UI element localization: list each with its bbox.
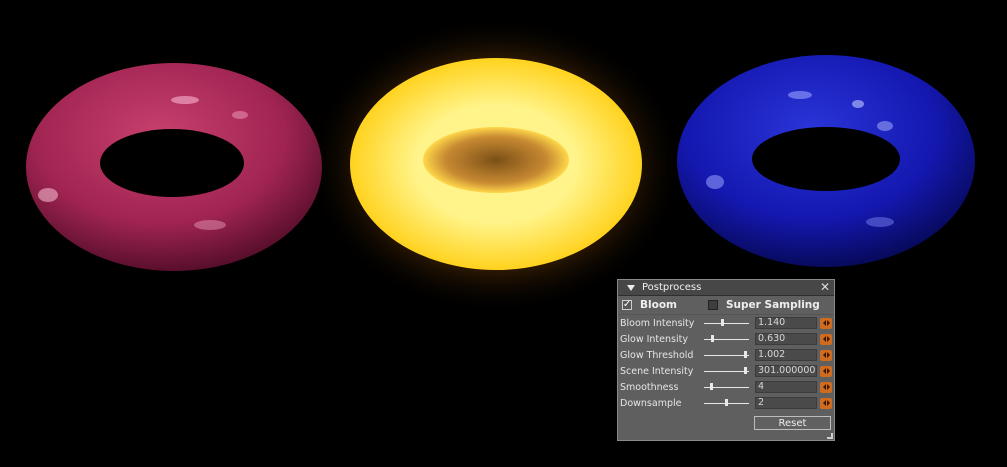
pink-torus xyxy=(26,63,322,271)
glow-intensity-slider[interactable] xyxy=(704,333,749,345)
param-label: Smoothness xyxy=(620,381,679,393)
glowing-torus xyxy=(306,15,686,315)
param-label: Glow Intensity xyxy=(620,333,688,345)
spinner-arrows-icon[interactable] xyxy=(820,397,832,409)
spinner-arrows-icon[interactable] xyxy=(820,365,832,377)
panel-titlebar[interactable]: Postprocess ✕ xyxy=(618,280,834,296)
param-row-glow-threshold: Glow Threshold 1.002 xyxy=(618,347,834,363)
glow-threshold-input[interactable]: 1.002 xyxy=(755,349,817,361)
bloom-label: Bloom xyxy=(640,299,677,311)
glow-threshold-slider[interactable] xyxy=(704,349,749,361)
downsample-slider[interactable] xyxy=(704,397,749,409)
bloom-intensity-input[interactable]: 1.140 xyxy=(755,317,817,329)
bloom-intensity-slider[interactable] xyxy=(704,317,749,329)
spinner-arrows-icon[interactable] xyxy=(820,381,832,393)
smoothness-input[interactable]: 4 xyxy=(755,381,817,393)
close-icon[interactable]: ✕ xyxy=(820,280,830,294)
param-row-glow-intensity: Glow Intensity 0.630 xyxy=(618,331,834,347)
scene-intensity-input[interactable]: 301.0000000 xyxy=(755,365,817,377)
smoothness-slider[interactable] xyxy=(704,381,749,393)
param-row-bloom-intensity: Bloom Intensity 1.140 xyxy=(618,315,834,331)
param-row-downsample: Downsample 2 xyxy=(618,395,834,411)
postprocess-panel: Postprocess ✕ ✓ Bloom Super Sampling Blo… xyxy=(617,279,835,441)
param-label: Scene Intensity xyxy=(620,365,694,377)
spinner-arrows-icon[interactable] xyxy=(820,317,832,329)
super-sampling-label: Super Sampling xyxy=(726,299,820,311)
downsample-input[interactable]: 2 xyxy=(755,397,817,409)
bloom-checkbox[interactable]: ✓ xyxy=(622,300,632,310)
param-row-scene-intensity: Scene Intensity 301.0000000 xyxy=(618,363,834,379)
glow-intensity-input[interactable]: 0.630 xyxy=(755,333,817,345)
super-sampling-checkbox[interactable] xyxy=(708,300,718,310)
panel-title: Postprocess xyxy=(642,282,702,293)
3d-viewport[interactable] xyxy=(0,0,1007,467)
param-label: Downsample xyxy=(620,397,682,409)
param-label: Bloom Intensity xyxy=(620,317,695,329)
spinner-arrows-icon[interactable] xyxy=(820,349,832,361)
options-row: ✓ Bloom Super Sampling xyxy=(618,296,834,315)
triangle-down-icon[interactable] xyxy=(627,284,635,291)
resize-grip-icon[interactable] xyxy=(827,433,833,439)
reset-button[interactable]: Reset xyxy=(754,416,831,430)
scene-intensity-slider[interactable] xyxy=(704,365,749,377)
spinner-arrows-icon[interactable] xyxy=(820,333,832,345)
param-label: Glow Threshold xyxy=(620,349,694,361)
param-row-smoothness: Smoothness 4 xyxy=(618,379,834,395)
param-list: Bloom Intensity 1.140 Glow Intensity 0.6… xyxy=(618,315,834,411)
blue-torus xyxy=(677,55,975,267)
